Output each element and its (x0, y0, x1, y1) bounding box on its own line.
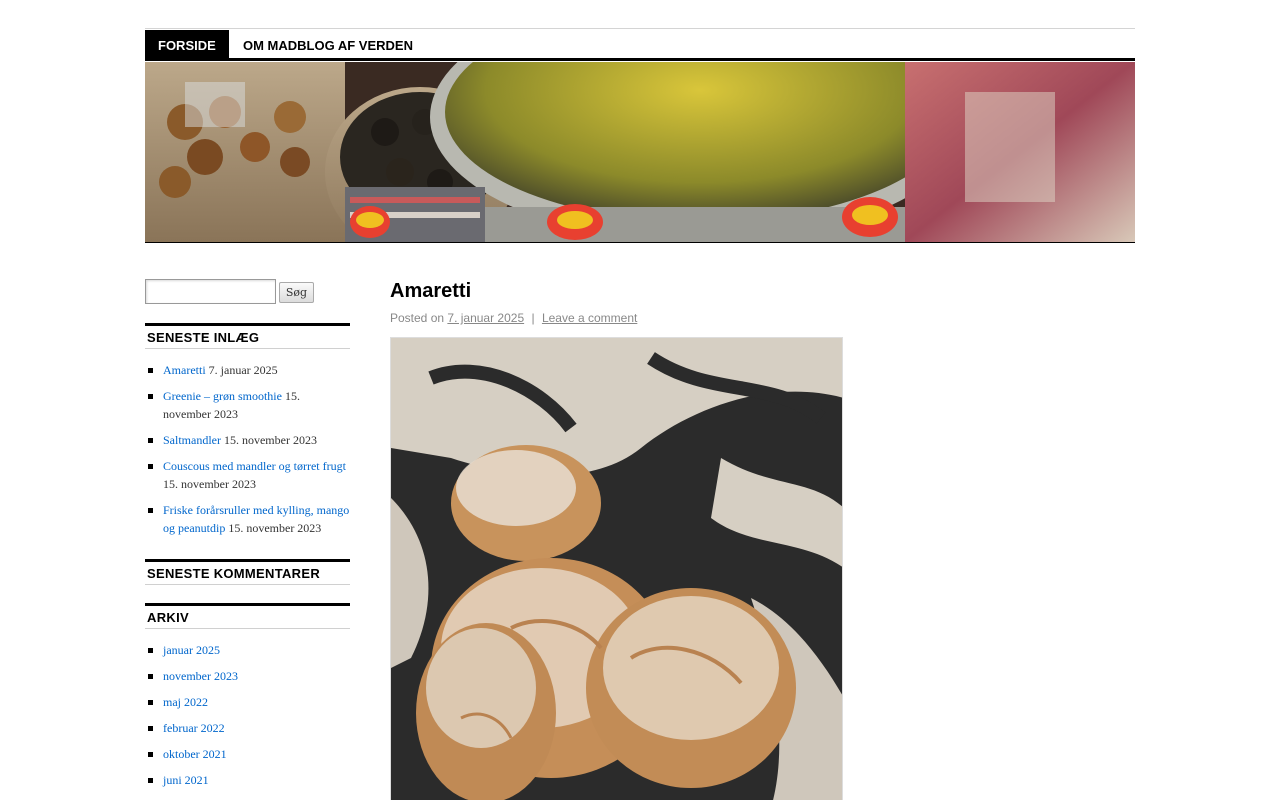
list-item: Couscous med mandler og tørret frugt 15.… (145, 457, 350, 493)
recent-post-link[interactable]: Couscous med mandler og tørret frugt (163, 459, 346, 473)
search-button[interactable]: Søg (279, 282, 314, 303)
recent-post-date: 15. november 2023 (163, 477, 256, 491)
list-item: Greenie – grøn smoothie 15. november 202… (145, 387, 350, 423)
header-divider (145, 28, 1135, 29)
amaretti-cookies-image (391, 338, 842, 800)
post-title[interactable]: Amaretti (390, 280, 471, 303)
recent-post-date: 7. januar 2025 (208, 363, 278, 377)
list-item: januar 2025 (145, 641, 350, 659)
post-date-link[interactable]: 7. januar 2025 (447, 311, 524, 325)
widget-title-archive: ARKIV (145, 603, 350, 629)
list-item: maj 2022 (145, 693, 350, 711)
recent-post-date: 15. november 2023 (223, 433, 317, 447)
amaretti-photo (390, 337, 843, 800)
archive-link[interactable]: maj 2022 (163, 695, 208, 709)
post-meta: Posted on 7. januar 2025 | Leave a comme… (390, 311, 637, 325)
recent-post-date: 15. november 2023 (228, 521, 322, 535)
header-banner-image (145, 62, 1135, 242)
leave-comment-link[interactable]: Leave a comment (542, 311, 637, 325)
recent-post-link[interactable]: Greenie – grøn smoothie (163, 389, 282, 403)
archive-link[interactable]: november 2023 (163, 669, 238, 683)
nav-item-forside[interactable]: FORSIDE (145, 30, 229, 60)
list-item: Amaretti 7. januar 2025 (145, 361, 350, 379)
recent-posts-list: Amaretti 7. januar 2025 Greenie – grøn s… (145, 361, 350, 545)
archive-link[interactable]: juni 2021 (163, 773, 209, 787)
search-input[interactable] (145, 279, 276, 304)
nav-underline (145, 58, 1135, 61)
widget-title-recent-comments: SENESTE KOMMENTARER (145, 559, 350, 585)
widget-title-recent-posts: SENESTE INLÆG (145, 323, 350, 349)
list-item: november 2023 (145, 667, 350, 685)
archive-link[interactable]: februar 2022 (163, 721, 225, 735)
archive-link[interactable]: oktober 2021 (163, 747, 227, 761)
archive-link[interactable]: januar 2025 (163, 643, 220, 657)
archive-list: januar 2025 november 2023 maj 2022 febru… (145, 641, 350, 797)
banner-divider (145, 242, 1135, 243)
meta-separator: | (531, 311, 535, 325)
page-wrapper: FORSIDE OM MADBLOG AF VERDEN Søg SENESTE… (145, 0, 1135, 800)
nav-item-om-madblog[interactable]: OM MADBLOG AF VERDEN (243, 30, 413, 60)
recent-post-link[interactable]: Amaretti (163, 363, 206, 377)
list-item: februar 2022 (145, 719, 350, 737)
list-item: juni 2021 (145, 771, 350, 789)
main-navigation: FORSIDE OM MADBLOG AF VERDEN (145, 30, 1135, 60)
spice-market-photo (145, 62, 1135, 242)
list-item: Saltmandler 15. november 2023 (145, 431, 350, 449)
list-item: oktober 2021 (145, 745, 350, 763)
list-item: Friske forårsruller med kylling, mango o… (145, 501, 350, 537)
posted-on-label: Posted on (390, 311, 445, 325)
recent-post-link[interactable]: Saltmandler (163, 433, 221, 447)
